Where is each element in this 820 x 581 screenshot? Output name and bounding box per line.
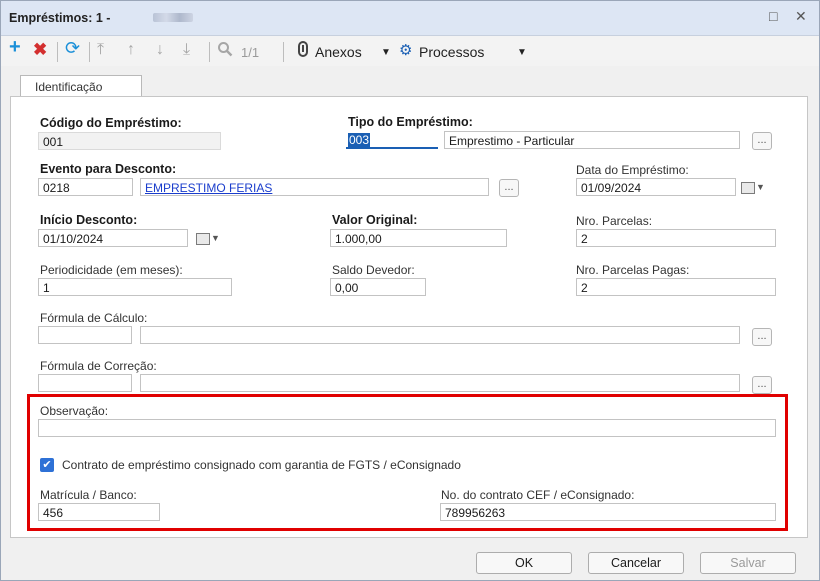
chevron-down-icon[interactable]: ▼: [381, 47, 391, 58]
title-bar: Empréstimos: 1 - □ ✕: [1, 1, 819, 36]
tipo-description-field[interactable]: Emprestimo - Particular: [444, 131, 740, 149]
codigo-label: Código do Empréstimo:: [40, 116, 182, 130]
plus-icon[interactable]: +: [9, 37, 21, 57]
matricula-field[interactable]: 456: [38, 503, 160, 521]
parcelas-pagas-label: Nro. Parcelas Pagas:: [576, 263, 690, 277]
formula-calculo-code-field[interactable]: [38, 326, 132, 344]
anexos-menu[interactable]: Anexos: [315, 44, 362, 60]
tab-label: Identificação: [35, 80, 103, 94]
toolbar: + ✖ ⟳ ⤒ ↑ ↓ ⤓ 1/1 Anexos ▼ ⚙ Processos ▼: [1, 36, 819, 66]
codigo-field[interactable]: 001: [38, 132, 221, 150]
formula-correcao-description-field[interactable]: [140, 374, 740, 392]
chevron-down-icon[interactable]: ▼: [517, 47, 527, 58]
processos-menu[interactable]: Processos: [419, 44, 484, 60]
inicio-desconto-label: Início Desconto:: [40, 213, 138, 227]
tab-identificacao[interactable]: Identificação: [20, 75, 142, 98]
consignado-checkbox[interactable]: ✔: [40, 458, 54, 472]
calendar-icon[interactable]: ▼: [737, 178, 773, 196]
save-button[interactable]: Salvar: [700, 552, 796, 574]
toolbar-separator: [89, 42, 90, 62]
saldo-devedor-label: Saldo Devedor:: [332, 263, 415, 277]
formula-correcao-lookup-button[interactable]: ...: [752, 376, 772, 394]
periodicidade-field[interactable]: 1: [38, 278, 232, 296]
matricula-label: Matrícula / Banco:: [40, 488, 137, 502]
consignado-label: Contrato de empréstimo consignado com ga…: [62, 458, 461, 472]
cancel-button[interactable]: Cancelar: [588, 552, 684, 574]
last-record-icon[interactable]: ⤓: [183, 41, 190, 59]
evento-label: Evento para Desconto:: [40, 162, 177, 176]
toolbar-separator: [57, 42, 58, 62]
evento-code-field[interactable]: 0218: [38, 178, 133, 196]
ok-button[interactable]: OK: [476, 552, 572, 574]
x-icon[interactable]: ✖: [33, 41, 47, 59]
inicio-desconto-field[interactable]: 01/10/2024: [38, 229, 188, 247]
window-title: Empréstimos: 1 -: [9, 11, 111, 25]
search-icon[interactable]: [217, 41, 233, 62]
evento-description-link[interactable]: EMPRESTIMO FERIAS: [140, 178, 489, 196]
first-record-icon[interactable]: ⤒: [97, 41, 104, 59]
tipo-lookup-button[interactable]: ...: [752, 132, 772, 150]
gear-icon[interactable]: ⚙: [399, 42, 412, 60]
contrato-cef-field[interactable]: 789956263: [440, 503, 776, 521]
saldo-devedor-field[interactable]: 0,00: [330, 278, 426, 296]
contrato-cef-label: No. do contrato CEF / eConsignado:: [441, 488, 635, 502]
observacao-label: Observação:: [40, 404, 109, 418]
nro-parcelas-label: Nro. Parcelas:: [576, 214, 653, 228]
restore-button[interactable]: □: [769, 8, 777, 24]
previous-record-icon[interactable]: ↑: [127, 41, 135, 59]
tipo-label: Tipo do Empréstimo:: [348, 115, 473, 129]
page-indicator: 1/1: [241, 45, 260, 60]
toolbar-separator: [283, 42, 284, 62]
tipo-code-text: 003: [348, 133, 371, 147]
tipo-code-field[interactable]: 003: [346, 131, 438, 149]
data-emprestimo-label: Data do Empréstimo:: [576, 163, 689, 177]
parcelas-pagas-field[interactable]: 2: [576, 278, 776, 296]
formula-correcao-label: Fórmula de Correção:: [40, 359, 157, 373]
refresh-icon[interactable]: ⟳: [65, 39, 80, 57]
valor-original-label: Valor Original:: [332, 213, 418, 227]
formula-calculo-lookup-button[interactable]: ...: [752, 328, 772, 346]
toolbar-separator: [209, 42, 210, 62]
next-record-icon[interactable]: ↓: [156, 41, 164, 59]
close-button[interactable]: ✕: [795, 8, 807, 25]
nro-parcelas-field[interactable]: 2: [576, 229, 776, 247]
evento-lookup-button[interactable]: ...: [499, 179, 519, 197]
data-emprestimo-field[interactable]: 01/09/2024: [576, 178, 736, 196]
calendar-icon[interactable]: ▼: [192, 229, 228, 247]
blurred-title-text: [153, 13, 193, 22]
formula-calculo-label: Fórmula de Cálculo:: [40, 311, 148, 325]
formula-calculo-description-field[interactable]: [140, 326, 740, 344]
observacao-field[interactable]: [38, 419, 776, 437]
formula-correcao-code-field[interactable]: [38, 374, 132, 392]
valor-original-field[interactable]: 1.000,00: [330, 229, 507, 247]
periodicidade-label: Periodicidade (em meses):: [40, 263, 183, 277]
paperclip-icon[interactable]: [297, 41, 309, 62]
